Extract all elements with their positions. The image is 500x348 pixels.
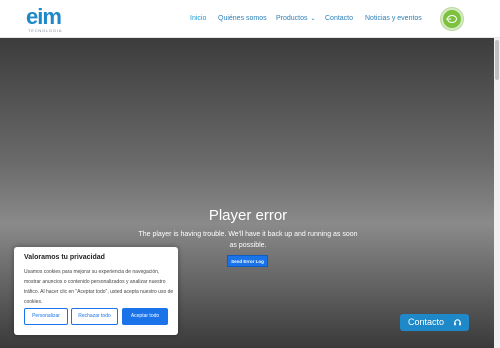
- cookie-consent-dialog: Valoramos tu privacidad Usamos cookies p…: [14, 247, 178, 335]
- nav-item-inicio[interactable]: Inicio: [190, 13, 206, 25]
- nav-item-productos[interactable]: Productos ⌄: [276, 13, 316, 25]
- scrollbar-thumb[interactable]: [495, 40, 499, 80]
- contact-button[interactable]: Contacto: [400, 314, 469, 331]
- nav-item-quienes-somos[interactable]: Quiénes somos: [218, 13, 267, 25]
- headset-icon: [454, 319, 461, 326]
- cookie-text: Usamos cookies para mejorar su experienc…: [24, 269, 174, 305]
- player-error-title: Player error: [208, 207, 288, 224]
- accept-all-button[interactable]: Aceptar todo: [122, 308, 168, 325]
- send-error-log-button[interactable]: Send Error Log: [227, 255, 268, 267]
- customize-button[interactable]: Personalizar: [24, 308, 68, 325]
- contact-button-label: Contacto: [408, 317, 445, 327]
- reject-all-button[interactable]: Rechazar todo: [71, 308, 118, 325]
- certification-badge-icon[interactable]: ISO: [441, 8, 463, 30]
- logo-subtext: TECNOLOGIA: [28, 28, 63, 33]
- chevron-down-icon: ⌄: [310, 16, 316, 22]
- page-scrollbar[interactable]: [494, 38, 500, 348]
- cookie-title: Valoramos tu privacidad: [24, 254, 105, 261]
- nav-item-contacto[interactable]: Contacto: [325, 13, 353, 25]
- nav-item-noticias-y-eventos[interactable]: Noticias y eventos: [365, 13, 422, 25]
- nav-item-productos-label: Productos: [276, 15, 308, 22]
- badge-text: ISO: [446, 17, 452, 21]
- site-header: eim TECNOLOGIA Inicio Quiénes somos Prod…: [0, 0, 500, 38]
- main-nav: Inicio Quiénes somos Productos ⌄ Contacto…: [0, 13, 500, 25]
